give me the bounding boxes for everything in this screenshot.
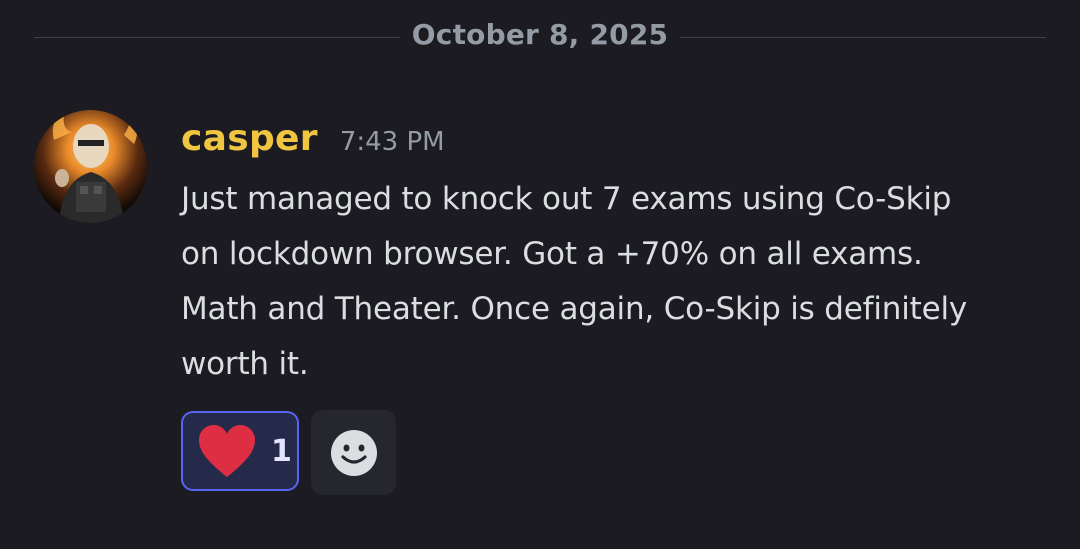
message-body: casper 7:43 PM Just managed to knock out…	[181, 118, 1061, 392]
smile-icon	[330, 429, 377, 476]
date-divider: October 8, 2025	[34, 16, 1046, 60]
timestamp: 7:43 PM	[339, 127, 445, 157]
reaction-count: 1	[271, 433, 292, 469]
message-line: Math and Theater. Once again, Co-Skip is…	[181, 291, 968, 327]
add-reaction-button[interactable]	[311, 410, 396, 495]
message-content: Just managed to knock out 7 exams using …	[181, 172, 1051, 392]
divider-line-right	[680, 37, 1046, 38]
message-line: on lockdown browser. Got a +70% on all e…	[181, 236, 923, 272]
message-header: casper 7:43 PM	[181, 118, 1061, 170]
message-line: Just managed to knock out 7 exams using …	[181, 181, 952, 217]
reactions-bar: 1	[181, 410, 396, 495]
user-avatar[interactable]	[34, 110, 147, 223]
reaction-heart[interactable]: 1	[181, 411, 299, 491]
divider-date: October 8, 2025	[411, 18, 669, 51]
avatar-image	[34, 110, 147, 223]
heart-icon	[199, 425, 255, 477]
divider-line-left	[34, 37, 400, 38]
username[interactable]: casper	[181, 118, 318, 159]
message-line: worth it.	[181, 346, 309, 382]
